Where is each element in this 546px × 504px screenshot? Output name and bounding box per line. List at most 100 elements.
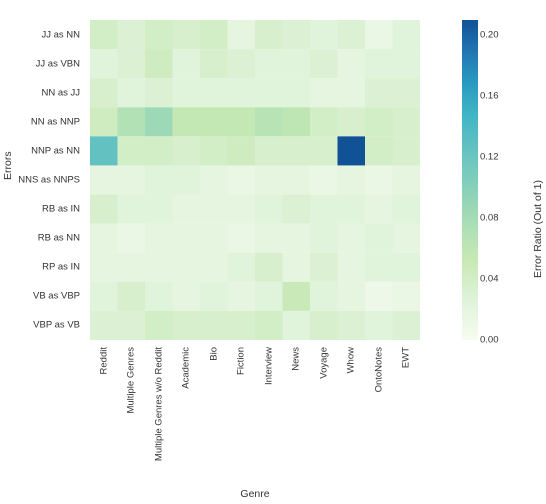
heatmap-cell xyxy=(310,224,338,253)
heatmap-cell xyxy=(393,20,421,49)
heatmap-cell xyxy=(393,136,421,165)
colorbar-tick-label: 0.00 xyxy=(480,335,499,346)
x-tick-label: Whow xyxy=(351,321,362,347)
y-tick-label: NN as JJ xyxy=(41,87,80,98)
heatmap-cell xyxy=(255,136,283,165)
heatmap-cell xyxy=(145,165,173,194)
heatmap-cell xyxy=(228,224,256,253)
heatmap-cell xyxy=(228,195,256,224)
y-tick-label: RB as NN xyxy=(38,233,80,244)
y-tick-label: NN as NNP xyxy=(31,116,80,127)
heatmap-cell xyxy=(90,136,118,165)
y-tick-label: RB as IN xyxy=(42,204,80,215)
heatmap-cell xyxy=(118,224,146,253)
x-tick-label: Reddit xyxy=(104,320,115,347)
y-axis-labels: JJ as NN JJ as VBN NN as JJ NN as NNP NNP as… xyxy=(0,20,85,340)
heatmap-cell xyxy=(200,136,228,165)
x-tick-label: Interview xyxy=(269,309,280,347)
heatmap-cell xyxy=(145,136,173,165)
heatmap-cell xyxy=(90,78,118,107)
heatmap-cell xyxy=(173,253,201,282)
heatmap-cell xyxy=(118,195,146,224)
heatmap-cell xyxy=(283,78,311,107)
x-tick-label: Fiction xyxy=(241,319,252,347)
heatmap-cell xyxy=(283,20,311,49)
heatmap-cell xyxy=(228,20,256,49)
heatmap-cell xyxy=(283,49,311,78)
colorbar-tick-label: 0.08 xyxy=(480,213,499,224)
heatmap-cell xyxy=(173,20,201,49)
heatmap-cell xyxy=(200,282,228,311)
heatmap-cell xyxy=(365,49,393,78)
heatmap-cell xyxy=(310,107,338,136)
heatmap-cell xyxy=(283,253,311,282)
heatmap-cell xyxy=(393,195,421,224)
heatmap-cell xyxy=(90,253,118,282)
y-tick-label: RP as IN xyxy=(42,262,80,273)
heatmap-cell xyxy=(90,195,118,224)
heatmap-cell xyxy=(145,49,173,78)
heatmap-cell xyxy=(310,49,338,78)
y-tick-label: VB as VBP xyxy=(33,291,80,302)
heatmap-cell xyxy=(338,136,366,165)
x-tick-label: News xyxy=(296,323,307,347)
x-tick-label: Academic xyxy=(186,305,197,347)
heatmap-cell xyxy=(338,20,366,49)
heatmap-cell xyxy=(393,107,421,136)
y-tick-label: JJ as VBN xyxy=(36,58,80,69)
heatmap-cell xyxy=(365,20,393,49)
heatmap-cell xyxy=(338,78,366,107)
y-tick-label: NNP as NN xyxy=(31,145,80,156)
heatmap-cell xyxy=(365,136,393,165)
heatmap-cell xyxy=(255,78,283,107)
heatmap-cell xyxy=(90,165,118,194)
heatmap-cell xyxy=(200,253,228,282)
heatmap-cell xyxy=(283,282,311,311)
heatmap-cell xyxy=(310,165,338,194)
colorbar-tick-label: 0.16 xyxy=(480,91,499,102)
heatmap-cell xyxy=(255,107,283,136)
heatmap-cell xyxy=(145,78,173,107)
heatmap-cell xyxy=(228,136,256,165)
y-tick-label: JJ as NN xyxy=(41,29,80,40)
heatmap-cell xyxy=(118,49,146,78)
heatmap-cell xyxy=(393,253,421,282)
heatmap-cell xyxy=(173,195,201,224)
heatmap-cell xyxy=(228,165,256,194)
heatmap-cell xyxy=(90,282,118,311)
heatmap-cell xyxy=(118,253,146,282)
heatmap-cell xyxy=(283,165,311,194)
heatmap-cell xyxy=(255,195,283,224)
heatmap-cell xyxy=(365,253,393,282)
heatmap-cell xyxy=(338,49,366,78)
heatmap-cell xyxy=(228,107,256,136)
colorbar xyxy=(462,20,478,340)
heatmap-cell xyxy=(145,107,173,136)
heatmap-cell xyxy=(283,136,311,165)
heatmap-cell xyxy=(145,20,173,49)
heatmap-cell xyxy=(145,195,173,224)
x-tick-label: OntoNotes xyxy=(379,302,390,347)
heatmap-cell xyxy=(365,165,393,194)
heatmap-cell xyxy=(173,107,201,136)
x-tick-label: Bio xyxy=(214,333,225,347)
heatmap-cell xyxy=(90,20,118,49)
colorbar-tick-label: 0.12 xyxy=(480,152,499,163)
heatmap-cell xyxy=(310,78,338,107)
heatmap-cell xyxy=(283,224,311,253)
heatmap-cell xyxy=(200,20,228,49)
heatmap-cell xyxy=(118,165,146,194)
heatmap-cell xyxy=(118,107,146,136)
heatmap-cell xyxy=(310,195,338,224)
colorbar-tick-label: 0.04 xyxy=(480,274,499,285)
heatmap-cell xyxy=(338,107,366,136)
heatmap-cell xyxy=(365,195,393,224)
heatmap-cell xyxy=(255,282,283,311)
x-tick-label: EWT xyxy=(406,326,417,347)
heatmap-cell xyxy=(173,49,201,78)
heatmap-cell xyxy=(200,49,228,78)
heatmap-cell xyxy=(90,107,118,136)
heatmap-cell xyxy=(393,165,421,194)
heatmap-cell xyxy=(200,78,228,107)
x-tick-label: Voyage xyxy=(324,315,335,347)
